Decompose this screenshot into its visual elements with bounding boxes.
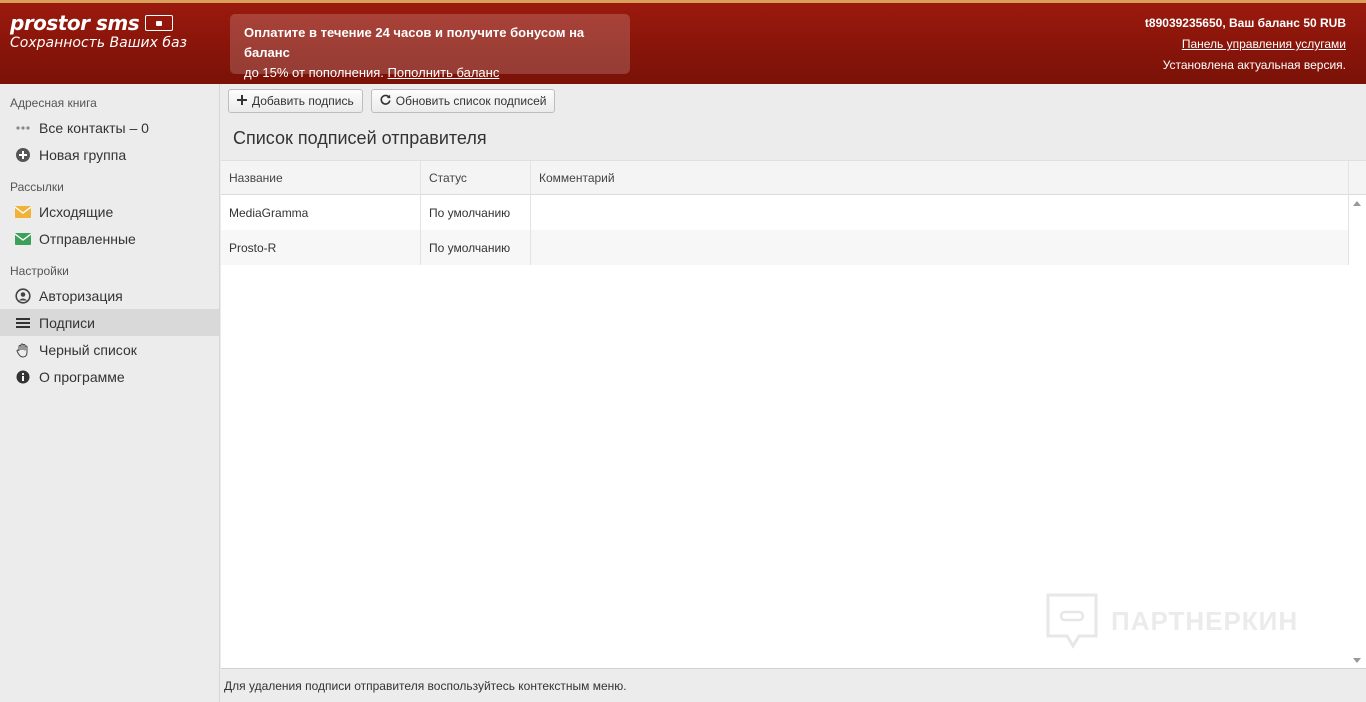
sidebar-item-label: Отправленные <box>39 230 136 247</box>
sidebar-item-outgoing[interactable]: Исходящие <box>0 198 219 225</box>
cell-name: Prosto-R <box>221 230 421 265</box>
dots-icon <box>15 120 31 136</box>
list-icon <box>15 315 31 331</box>
status-hint: Для удаления подписи отправителя восполь… <box>221 668 1366 702</box>
logo-title: prostor sms <box>10 11 140 35</box>
sidebar-item-label: Новая группа <box>39 146 127 163</box>
sidebar-item-label: О программе <box>39 368 125 385</box>
vertical-scrollbar[interactable] <box>1349 195 1366 669</box>
services-panel-link[interactable]: Панель управления услугами <box>1182 37 1346 51</box>
plus-icon <box>237 94 247 108</box>
hand-icon <box>15 342 31 358</box>
watermark: ПАРТНЕРКИН <box>1045 592 1298 650</box>
account-panel: t89039235650, Ваш баланс 50 RUB Панель у… <box>1145 13 1346 76</box>
logo-tagline: Сохранность Ваших баз <box>10 35 188 51</box>
sidebar-item-label: Черный список <box>39 341 137 358</box>
sidebar-item-label: Авторизация <box>39 287 123 304</box>
app-header: prostor sms Сохранность Ваших баз Оплати… <box>0 0 1366 84</box>
table-header: Название Статус Комментарий <box>221 161 1366 195</box>
page-title: Список подписей отправителя <box>233 128 487 148</box>
refresh-icon <box>380 94 391 108</box>
table-row[interactable]: Prosto-R По умолчанию <box>221 230 1366 265</box>
version-status: Установлена актуальная версия. <box>1162 58 1346 72</box>
promo-text: Оплатите в течение 24 часов и получите б… <box>244 25 585 60</box>
cell-comment <box>531 195 1349 230</box>
sidebar-item-all-contacts[interactable]: Все контакты – 0 <box>0 114 219 141</box>
lock-icon <box>145 15 174 31</box>
sidebar-item-authorization[interactable]: Авторизация <box>0 282 219 309</box>
account-balance: t89039235650, Ваш баланс 50 RUB <box>1144 16 1346 30</box>
cell-status: По умолчанию <box>421 195 531 230</box>
scroll-up-arrow-icon[interactable] <box>1353 201 1361 206</box>
column-header-status[interactable]: Статус <box>421 161 531 194</box>
envelope-icon <box>15 231 31 247</box>
cell-name: MediaGramma <box>221 195 421 230</box>
sidebar-item-label: Подписи <box>39 314 95 331</box>
sidebar-item-sent[interactable]: Отправленные <box>0 225 219 252</box>
sidebar-item-about[interactable]: О программе <box>0 363 219 390</box>
promo-text-2: до 15% от пополнения. <box>244 65 384 80</box>
info-icon <box>15 369 31 385</box>
column-header-name[interactable]: Название <box>221 161 421 194</box>
refresh-signatures-button[interactable]: Обновить список подписей <box>370 89 556 113</box>
sidebar-item-signatures[interactable]: Подписи <box>0 309 219 336</box>
watermark-text: ПАРТНЕРКИН <box>1111 605 1299 636</box>
toolbar: Добавить подпись Обновить список подписе… <box>221 84 1366 118</box>
top-up-link[interactable]: Пополнить баланс <box>388 65 500 80</box>
promo-banner: Оплатите в течение 24 часов и получите б… <box>230 14 630 80</box>
table-row[interactable]: MediaGramma По умолчанию <box>221 195 1366 230</box>
section-address-book: Адресная книга <box>10 96 97 110</box>
user-circle-icon <box>15 287 31 304</box>
sidebar-item-label: Исходящие <box>39 203 114 220</box>
sidebar: Адресная книга Все контакты – 0 Новая гр… <box>0 84 220 702</box>
envelope-icon <box>15 204 31 220</box>
sidebar-item-new-group[interactable]: Новая группа <box>0 141 219 168</box>
section-mailings: Рассылки <box>10 180 64 194</box>
plus-circle-icon <box>15 147 31 163</box>
sidebar-item-label: Все контакты – 0 <box>39 119 149 136</box>
add-signature-button[interactable]: Добавить подпись <box>228 89 363 113</box>
scroll-down-arrow-icon[interactable] <box>1353 658 1361 663</box>
refresh-signatures-label: Обновить список подписей <box>395 94 547 108</box>
chat-bubble-icon <box>1046 593 1098 649</box>
section-settings: Настройки <box>10 264 69 278</box>
cell-status: По умолчанию <box>421 230 531 265</box>
cell-comment <box>531 230 1349 265</box>
logo: prostor sms Сохранность Ваших баз <box>10 12 187 51</box>
column-header-comment[interactable]: Комментарий <box>531 161 1349 194</box>
sidebar-item-blacklist[interactable]: Черный список <box>0 336 219 363</box>
add-signature-label: Добавить подпись <box>252 94 354 108</box>
